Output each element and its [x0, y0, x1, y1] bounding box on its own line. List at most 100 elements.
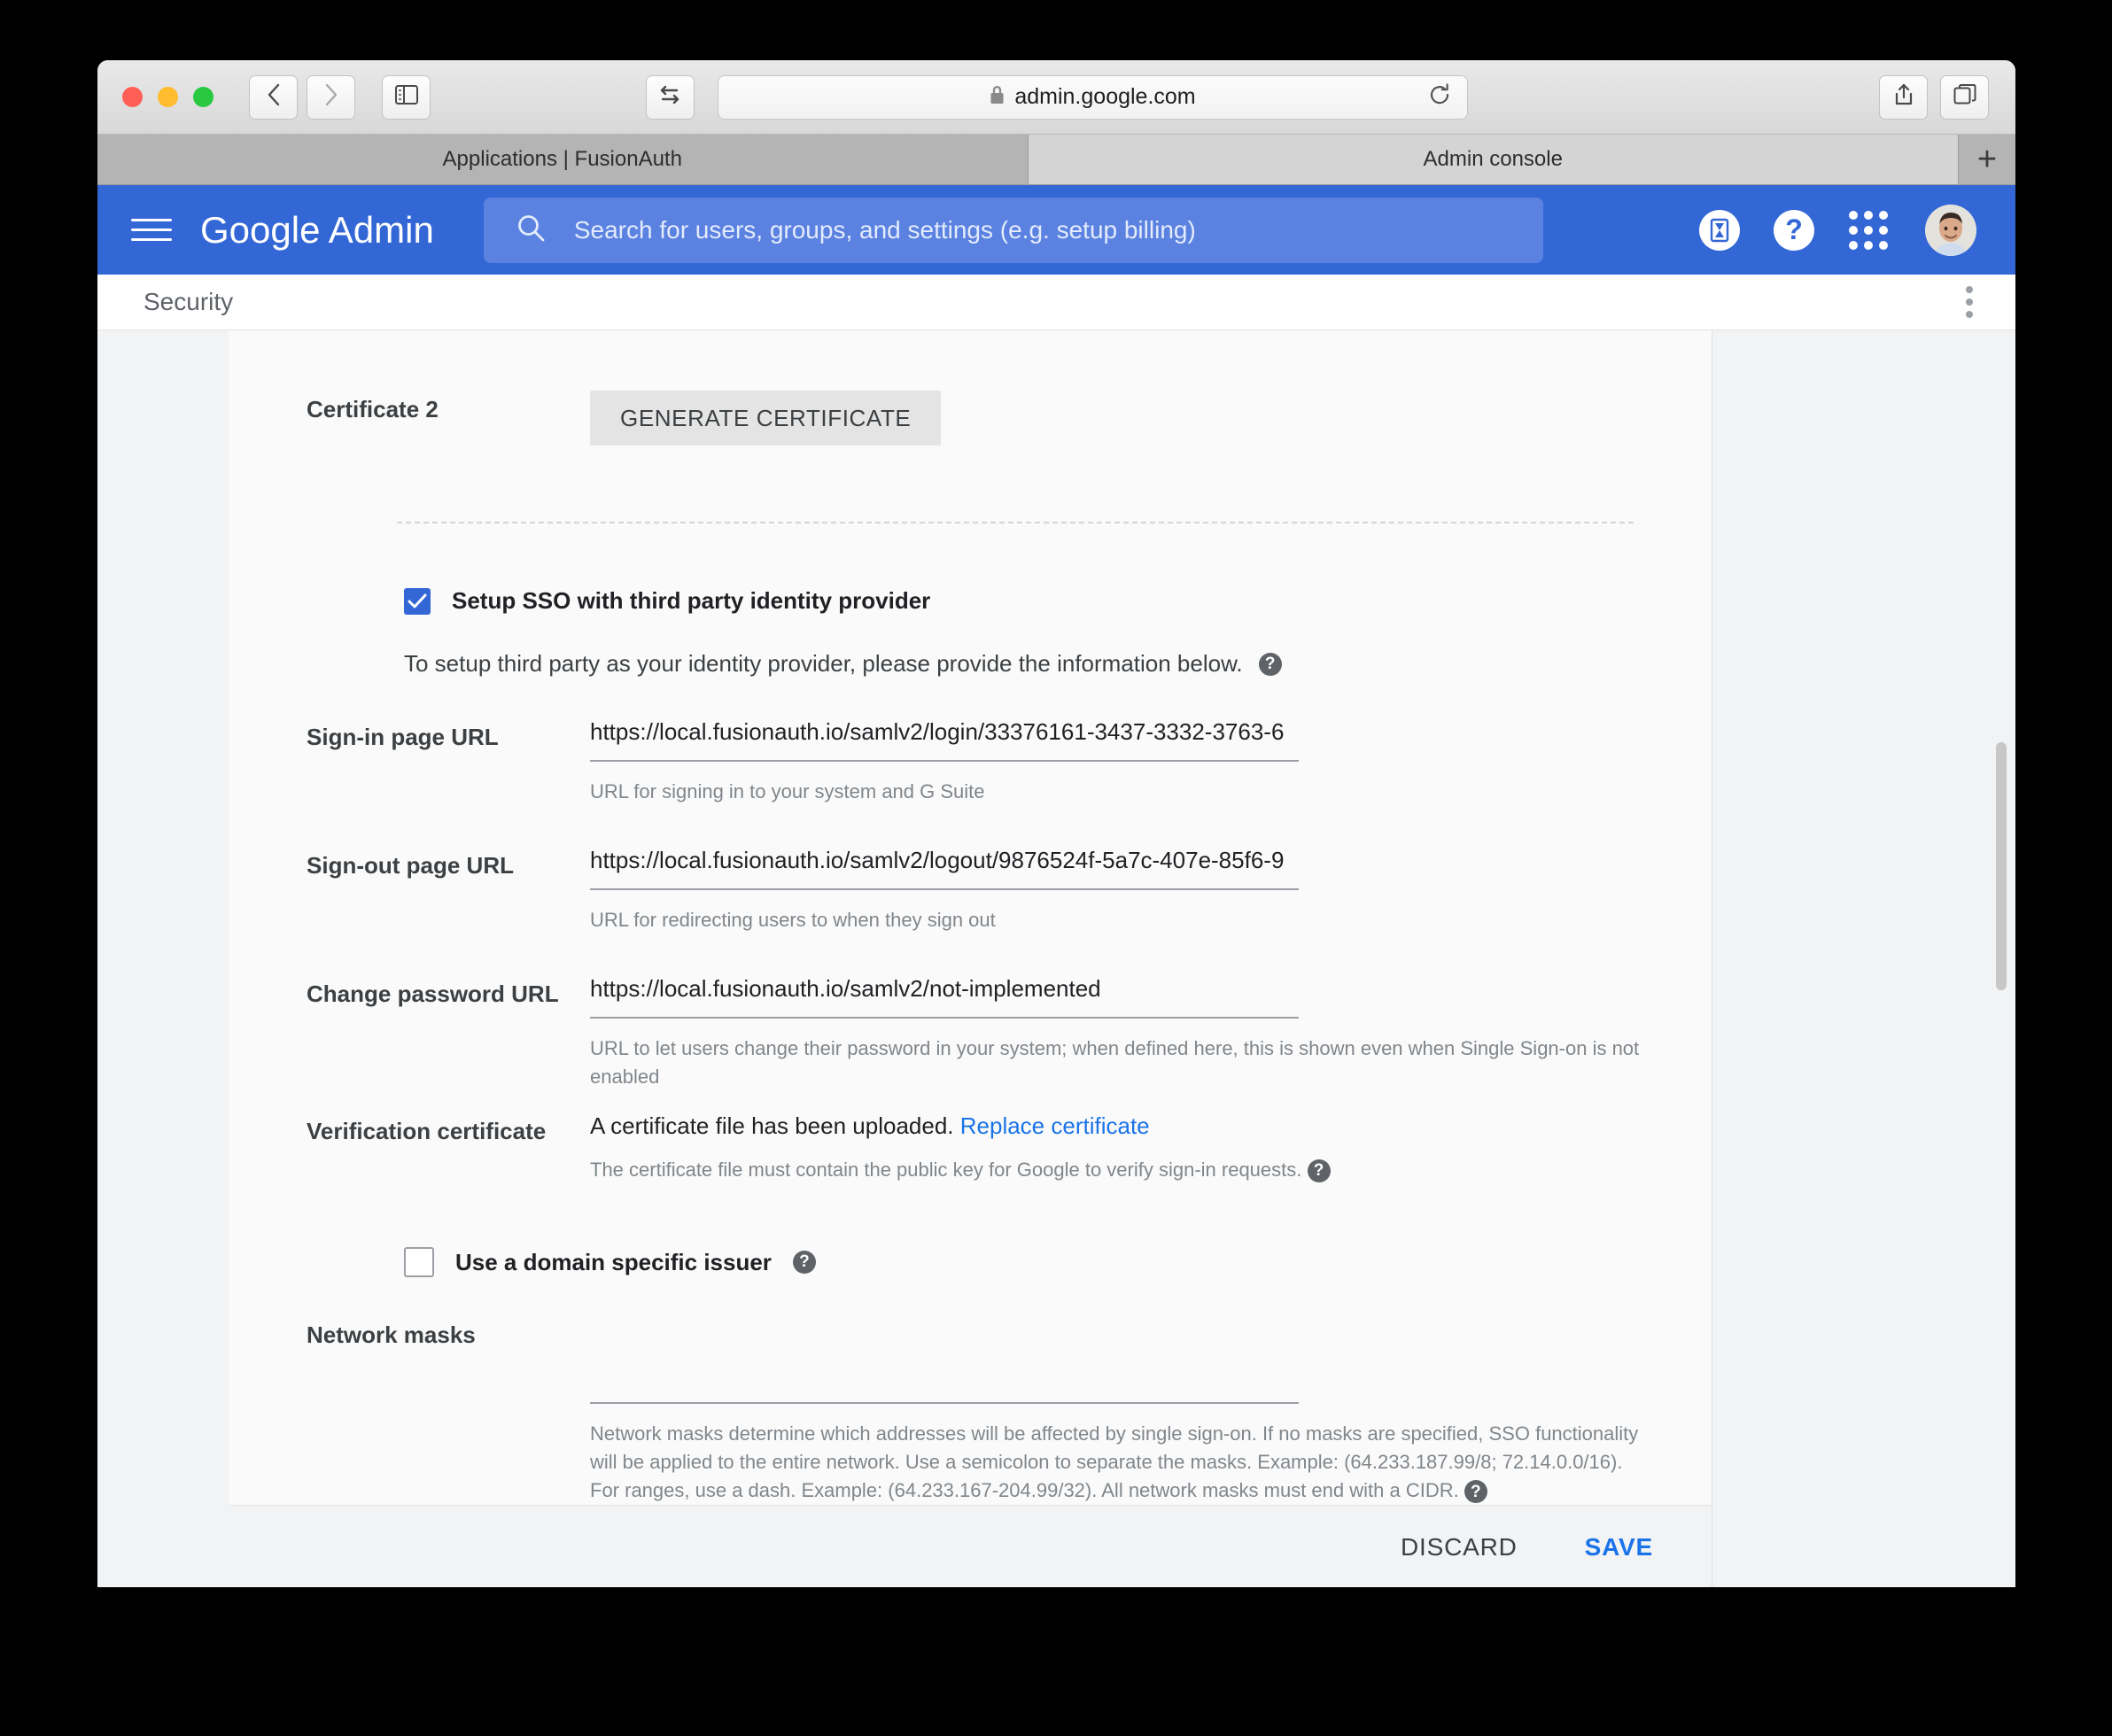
back-button[interactable]	[249, 74, 298, 120]
signin-url-field: URL for signing in to your system and G …	[590, 718, 1712, 806]
settings-scroll-region: Certificate 2 GENERATE CERTIFICATE Setup…	[229, 330, 1712, 1505]
checkmark-icon	[408, 593, 427, 608]
certificate-row: Certificate 2 GENERATE CERTIFICATE	[229, 330, 1712, 446]
plus-icon: +	[1976, 140, 1998, 178]
domain-issuer-checkbox-row[interactable]: Use a domain specific issuer ?	[229, 1247, 1712, 1278]
lock-icon	[989, 84, 1006, 110]
address-content: admin.google.com	[989, 84, 1196, 110]
save-button[interactable]: SAVE	[1576, 1521, 1662, 1574]
window-controls	[122, 87, 214, 107]
hourglass-icon	[1699, 209, 1740, 251]
tab-applications-fusionauth[interactable]: Applications | FusionAuth	[97, 135, 1029, 184]
network-masks-input[interactable]	[590, 1360, 1299, 1405]
sidebar-toggle-icon	[394, 85, 418, 109]
swap-arrows-icon	[657, 84, 682, 110]
network-masks-row: Network masks Network masks determine wh…	[229, 1316, 1712, 1505]
new-tab-button[interactable]: +	[1959, 135, 2015, 184]
verification-certificate-label: Verification certificate	[307, 1117, 547, 1144]
signin-url-row: Sign-in page URL URL for signing in to y…	[229, 718, 1712, 806]
share-icon	[1894, 83, 1914, 111]
page-scrollbar[interactable]	[1996, 330, 2007, 1587]
minimize-window-button[interactable]	[158, 87, 178, 107]
help-icon[interactable]: ?	[792, 1251, 816, 1275]
signin-url-label: Sign-in page URL	[307, 724, 499, 750]
apps-button[interactable]	[1831, 210, 1906, 250]
user-avatar-image	[1925, 204, 1976, 256]
signout-url-hint: URL for redirecting users to when they s…	[590, 908, 996, 931]
change-password-url-label: Change password URL	[307, 980, 559, 1007]
tab-label: Applications | FusionAuth	[442, 147, 682, 171]
browser-window: admin.google.com Applications | FusionAu…	[97, 60, 2015, 1587]
page-subheader: Security	[97, 275, 2015, 330]
section-divider	[397, 522, 1634, 523]
change-password-url-row: Change password URL URL to let users cha…	[229, 974, 1712, 1091]
left-gutter	[97, 330, 229, 1587]
trial-status-button[interactable]	[1682, 209, 1757, 251]
swap-tabs-button[interactable]	[645, 74, 695, 120]
more-vertical-icon[interactable]	[1966, 286, 1973, 318]
tab-admin-console[interactable]: Admin console	[1028, 135, 1959, 184]
replace-certificate-link[interactable]: Replace certificate	[960, 1112, 1150, 1139]
tab-label: Admin console	[1423, 147, 1563, 171]
apps-grid-icon	[1849, 210, 1888, 250]
reload-icon[interactable]	[1428, 83, 1451, 111]
header-actions: ?	[1682, 204, 1976, 256]
address-area: admin.google.com	[645, 74, 1468, 120]
close-window-button[interactable]	[122, 87, 143, 107]
sidebar-toggle-button[interactable]	[382, 74, 431, 120]
address-text: admin.google.com	[1014, 84, 1196, 109]
verification-certificate-field: A certificate file has been uploaded. Re…	[590, 1112, 1712, 1184]
change-password-url-field: URL to let users change their password i…	[590, 974, 1712, 1091]
change-password-url-hint: URL to let users change their password i…	[590, 1036, 1640, 1088]
chevron-left-icon	[266, 82, 282, 112]
hamburger-menu-icon[interactable]	[131, 219, 172, 241]
sso-checkbox[interactable]	[404, 587, 431, 615]
navigation-buttons	[249, 74, 355, 120]
help-button[interactable]: ?	[1757, 209, 1831, 251]
certificate-label: Certificate 2	[307, 396, 439, 422]
verification-certificate-status: A certificate file has been uploaded. Re…	[590, 1112, 1658, 1140]
search-input[interactable]: Search for users, groups, and settings (…	[483, 197, 1543, 263]
help-icon[interactable]: ?	[1464, 1480, 1487, 1504]
discard-button[interactable]: DISCARD	[1392, 1521, 1526, 1574]
page-title: Security	[144, 288, 234, 315]
search-icon	[516, 213, 546, 247]
right-gutter	[1712, 330, 2015, 1587]
settings-card: Certificate 2 GENERATE CERTIFICATE Setup…	[229, 330, 1712, 1587]
new-window-icon	[1953, 84, 1976, 110]
certificate-field: GENERATE CERTIFICATE	[590, 391, 1712, 446]
signout-url-label: Sign-out page URL	[307, 851, 514, 879]
new-window-button[interactable]	[1940, 74, 1989, 120]
brand-admin: Admin	[328, 208, 434, 251]
browser-toolbar: admin.google.com	[97, 60, 2015, 135]
address-bar[interactable]: admin.google.com	[717, 74, 1468, 120]
avatar[interactable]	[1925, 204, 1976, 256]
brand-logo[interactable]: Google Admin	[200, 209, 434, 252]
sso-checkbox-row[interactable]: Setup SSO with third party identity prov…	[229, 587, 1712, 615]
verification-certificate-hint: The certificate file must contain the pu…	[590, 1156, 1644, 1184]
network-masks-hint: Network masks determine which addresses …	[590, 1420, 1644, 1505]
help-icon[interactable]: ?	[1307, 1159, 1331, 1182]
verification-certificate-row: Verification certificate A certificate f…	[229, 1112, 1712, 1184]
toolbar-right-buttons	[1879, 74, 1989, 120]
generate-certificate-button[interactable]: GENERATE CERTIFICATE	[590, 391, 942, 446]
verification-certificate-hint-text: The certificate file must contain the pu…	[590, 1158, 1302, 1181]
brand-google: Google	[200, 208, 321, 251]
network-masks-field: Network masks determine which addresses …	[590, 1316, 1712, 1505]
chevron-right-icon	[323, 82, 339, 112]
search-placeholder: Search for users, groups, and settings (…	[573, 215, 1196, 244]
maximize-window-button[interactable]	[193, 87, 214, 107]
forward-button[interactable]	[307, 74, 355, 120]
help-icon: ?	[1774, 209, 1814, 251]
signin-url-input[interactable]	[590, 718, 1299, 762]
share-button[interactable]	[1879, 74, 1928, 120]
change-password-url-input[interactable]	[590, 974, 1299, 1019]
signout-url-input[interactable]	[590, 846, 1299, 890]
scrollbar-thumb[interactable]	[1996, 742, 2007, 990]
sso-checkbox-label: Setup SSO with third party identity prov…	[452, 587, 931, 614]
help-icon[interactable]: ?	[1258, 652, 1282, 676]
tab-strip: Applications | FusionAuth Admin console …	[97, 135, 2015, 185]
certificate-uploaded-text: A certificate file has been uploaded.	[590, 1112, 954, 1139]
domain-issuer-checkbox[interactable]	[404, 1247, 434, 1278]
domain-issuer-label: Use a domain specific issuer	[455, 1248, 772, 1275]
